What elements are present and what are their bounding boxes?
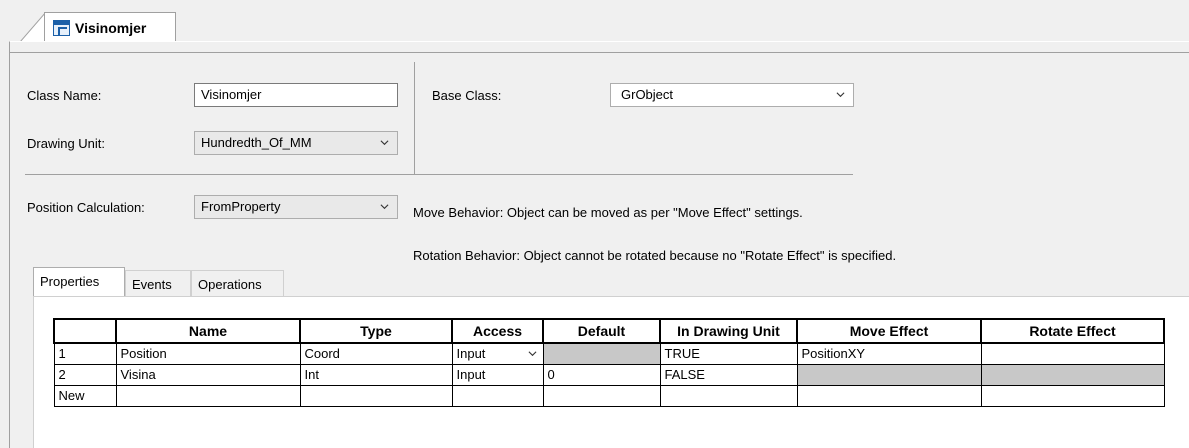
default-cell[interactable] <box>542 384 661 407</box>
horizontal-divider <box>25 174 853 175</box>
access-cell[interactable]: Input <box>451 363 544 386</box>
base-class-label: Base Class: <box>432 88 502 103</box>
tab-operations-label: Operations <box>198 277 262 292</box>
table-row-new[interactable]: New <box>53 384 1165 407</box>
column-header-move-effect[interactable]: Move Effect <box>796 318 982 344</box>
name-cell[interactable]: Position <box>115 342 301 365</box>
chevron-down-icon <box>380 140 389 146</box>
chevron-down-icon <box>380 204 389 210</box>
rotation-behavior-text: Rotation Behavior: Object cannot be rota… <box>413 248 897 263</box>
column-header-in-drawing-unit[interactable]: In Drawing Unit <box>659 318 798 344</box>
tab-operations[interactable]: Operations <box>191 270 284 296</box>
class-icon <box>53 19 70 36</box>
in-drawing-unit-cell[interactable] <box>659 384 798 407</box>
document-tab-title: Visinomjer <box>75 19 147 36</box>
tab-events-label: Events <box>132 277 172 292</box>
column-header-type[interactable]: Type <box>299 318 453 344</box>
document-tab[interactable]: Visinomjer <box>44 12 176 42</box>
access-cell[interactable] <box>451 384 544 407</box>
row-index: 2 <box>53 363 117 386</box>
class-name-input[interactable]: Visinomjer <box>194 83 398 107</box>
class-name-label: Class Name: <box>27 88 102 103</box>
tab-slant <box>20 12 46 42</box>
column-header-default[interactable]: Default <box>542 318 661 344</box>
properties-grid: Name Type Access Default In Drawing Unit… <box>53 318 1165 407</box>
row-index: New <box>53 384 117 407</box>
base-class-value: GrObject <box>621 87 674 102</box>
rotate-effect-cell[interactable] <box>980 342 1165 365</box>
column-header-name[interactable]: Name <box>115 318 301 344</box>
default-cell[interactable]: 0 <box>542 363 661 386</box>
in-drawing-unit-cell[interactable]: FALSE <box>659 363 798 386</box>
column-header-access[interactable]: Access <box>451 318 544 344</box>
tab-events[interactable]: Events <box>125 270 191 296</box>
move-effect-cell[interactable] <box>796 384 982 407</box>
chevron-down-icon <box>836 92 845 98</box>
column-header-rotate-effect[interactable]: Rotate Effect <box>980 318 1165 344</box>
type-cell[interactable]: Int <box>299 363 453 386</box>
grid-header-corner <box>53 318 117 344</box>
position-calculation-label: Position Calculation: <box>27 200 145 215</box>
name-cell[interactable]: Visina <box>115 363 301 386</box>
table-row[interactable]: 2 Visina Int Input 0 FALSE <box>53 363 1165 386</box>
rotate-effect-cell[interactable] <box>980 384 1165 407</box>
row-index: 1 <box>53 342 117 365</box>
tab-properties-label: Properties <box>40 274 100 289</box>
grid-header-row: Name Type Access Default In Drawing Unit… <box>53 318 1165 344</box>
type-cell[interactable] <box>299 384 453 407</box>
default-cell <box>542 342 661 365</box>
class-name-value: Visinomjer <box>201 87 262 102</box>
move-behavior-text: Move Behavior: Object can be moved as pe… <box>413 205 803 220</box>
access-value: Input <box>456 346 486 362</box>
vertical-divider <box>414 62 415 174</box>
position-calculation-select[interactable]: FromProperty <box>194 195 398 219</box>
type-cell[interactable]: Coord <box>299 342 453 365</box>
move-effect-cell <box>796 363 982 386</box>
drawing-unit-value: Hundredth_Of_MM <box>201 135 312 150</box>
tab-properties[interactable]: Properties <box>33 267 125 297</box>
name-cell[interactable] <box>115 384 301 407</box>
position-calculation-value: FromProperty <box>201 199 281 214</box>
rotate-effect-cell <box>980 363 1165 386</box>
drawing-unit-label: Drawing Unit: <box>27 136 106 151</box>
panel-top-border <box>9 52 1189 53</box>
in-drawing-unit-cell[interactable]: TRUE <box>659 342 798 365</box>
drawing-unit-select[interactable]: Hundredth_Of_MM <box>194 131 398 155</box>
base-class-select[interactable]: GrObject <box>610 83 854 107</box>
move-effect-cell[interactable]: PositionXY <box>796 342 982 365</box>
table-row[interactable]: 1 Position Coord Input TRUE PositionXY <box>53 342 1165 365</box>
chevron-down-icon[interactable] <box>528 349 537 358</box>
access-cell[interactable]: Input <box>451 342 544 365</box>
